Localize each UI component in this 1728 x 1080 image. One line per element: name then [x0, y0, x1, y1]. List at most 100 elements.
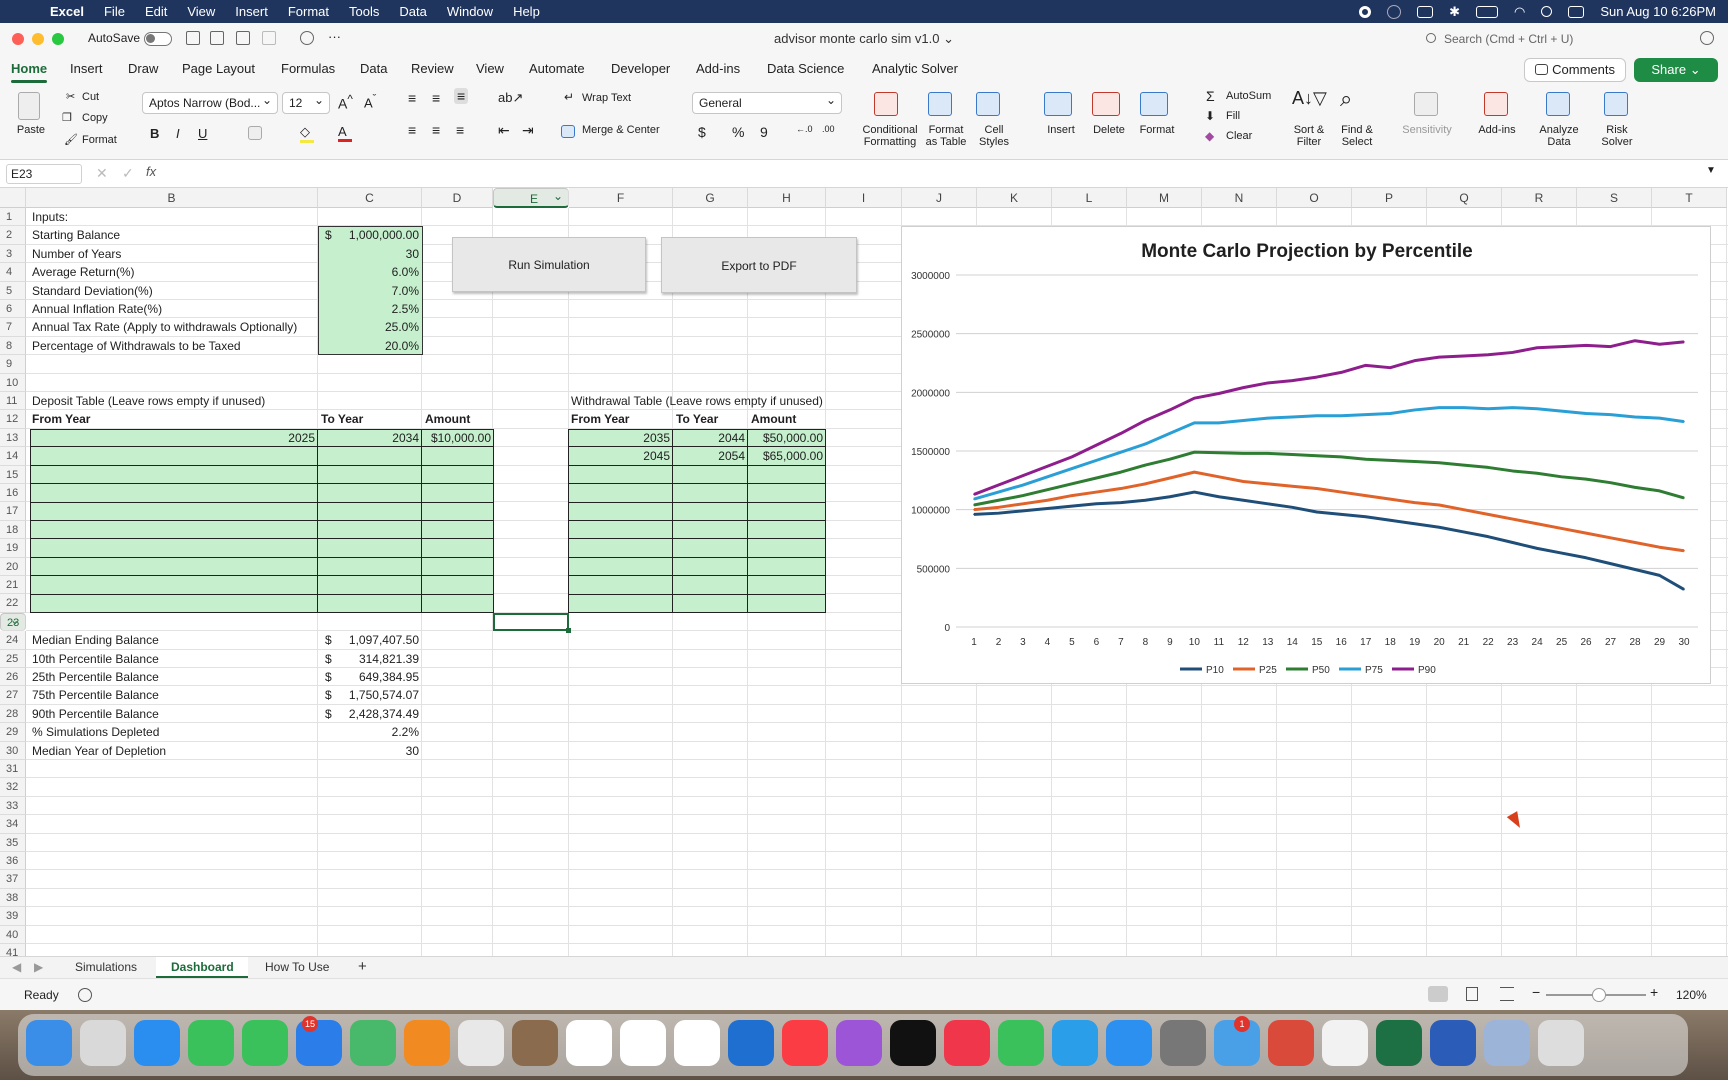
table-cell[interactable] — [422, 521, 494, 540]
increase-font-icon[interactable]: A^ — [338, 93, 353, 112]
dock-app-icon[interactable] — [620, 1020, 666, 1066]
dock-app-icon[interactable] — [1484, 1020, 1530, 1066]
zoom-in-button[interactable]: + — [1650, 984, 1658, 1000]
row-header-29[interactable]: 29 — [0, 723, 26, 742]
row-header-23[interactable]: 23 — [0, 611, 26, 632]
table-cell[interactable] — [568, 465, 673, 485]
fill-button[interactable]: Fill — [1226, 110, 1240, 122]
tab-analytic-solver[interactable]: Analytic Solver — [872, 61, 958, 76]
menu-edit[interactable]: Edit — [145, 4, 167, 19]
table-cell[interactable] — [422, 484, 494, 503]
table-cell[interactable] — [318, 521, 422, 540]
row-header-34[interactable]: 34 — [0, 815, 26, 834]
dock-app-icon[interactable] — [998, 1020, 1044, 1066]
row-header-4[interactable]: 4 — [0, 263, 26, 282]
input-value[interactable]: 25.0% — [318, 318, 422, 336]
wifi-icon[interactable]: ◠ — [1514, 4, 1525, 20]
table-cell[interactable] — [30, 521, 318, 540]
row-header-15[interactable]: 15 — [0, 465, 26, 484]
col-header-T[interactable]: T — [1652, 188, 1727, 208]
merge-center-button[interactable]: Merge & Center — [582, 124, 660, 136]
table-cell[interactable] — [30, 557, 318, 577]
tab-draw[interactable]: Draw — [128, 61, 158, 76]
menu-window[interactable]: Window — [447, 4, 493, 19]
row-header-6[interactable]: 6 — [0, 300, 26, 319]
deposit-amount[interactable]: $10,000.00 — [422, 429, 494, 447]
sort-filter-button[interactable]: Sort & Filter — [1286, 124, 1332, 148]
format-painter-icon[interactable]: 🖌 — [64, 133, 78, 146]
table-cell[interactable] — [30, 447, 318, 466]
col-header-H[interactable]: H — [748, 188, 826, 208]
dock-app-icon[interactable] — [458, 1020, 504, 1066]
col-header-S[interactable]: S — [1577, 188, 1652, 208]
currency-button[interactable]: $ — [698, 124, 706, 140]
row-header-10[interactable]: 10 — [0, 373, 26, 392]
table-cell[interactable] — [422, 465, 494, 485]
analyze-data-icon[interactable] — [1546, 92, 1570, 116]
input-value[interactable]: 7.0% — [318, 282, 422, 300]
row-header-20[interactable]: 20 — [0, 557, 26, 576]
table-cell[interactable] — [422, 576, 494, 595]
row-header-39[interactable]: 39 — [0, 907, 26, 926]
col-header-N[interactable]: N — [1202, 188, 1277, 208]
result-value[interactable]: 1,097,407.50 — [318, 631, 422, 649]
table-cell[interactable] — [748, 539, 826, 558]
table-cell[interactable] — [30, 484, 318, 503]
row-header-14[interactable]: 14 — [0, 447, 26, 466]
clock[interactable]: Sun Aug 10 6:26PM — [1600, 4, 1716, 19]
tab-insert[interactable]: Insert — [70, 61, 103, 76]
dock-app-icon[interactable] — [1268, 1020, 1314, 1066]
wrap-text-icon[interactable]: ↵ — [564, 90, 574, 104]
italic-button[interactable]: I — [176, 126, 180, 141]
paste-button[interactable]: Paste — [16, 124, 46, 136]
scissors-icon[interactable]: ✂ — [66, 90, 75, 103]
col-header-K[interactable]: K — [977, 188, 1052, 208]
row-header-31[interactable]: 31 — [0, 760, 26, 779]
menu-format[interactable]: Format — [288, 4, 329, 19]
align-center-icon[interactable]: ≡ — [432, 122, 440, 138]
row-header-36[interactable]: 36 — [0, 852, 26, 871]
table-cell[interactable] — [748, 484, 826, 503]
input-value[interactable]: 20.0% — [318, 337, 422, 355]
row-header-37[interactable]: 37 — [0, 870, 26, 889]
table-cell[interactable] — [318, 539, 422, 558]
row-header-30[interactable]: 30 — [0, 741, 26, 760]
dock-app-icon[interactable] — [188, 1020, 234, 1066]
menu-help[interactable]: Help — [513, 4, 540, 19]
table-cell[interactable] — [748, 557, 826, 577]
table-cell[interactable] — [30, 594, 318, 613]
cut-button[interactable]: Cut — [82, 91, 99, 103]
menu-insert[interactable]: Insert — [235, 4, 268, 19]
add-ins-icon[interactable] — [1484, 92, 1508, 116]
withdrawal-amount[interactable]: $50,000.00 — [748, 429, 826, 447]
increase-indent-icon[interactable]: ⇥ — [522, 122, 534, 139]
dock-app-icon[interactable] — [674, 1020, 720, 1066]
battery-icon[interactable] — [1476, 5, 1498, 18]
input-value[interactable]: 30 — [318, 245, 422, 263]
row-header-5[interactable]: 5 — [0, 281, 26, 300]
copy-icon[interactable]: ❐ — [62, 111, 72, 124]
orientation-icon[interactable]: ab↗ — [498, 90, 523, 106]
delete-cells-icon[interactable] — [1092, 92, 1120, 116]
dock-app-icon[interactable] — [26, 1020, 72, 1066]
analyze-data-button[interactable]: Analyze Data — [1534, 124, 1584, 148]
tab-developer[interactable]: Developer — [611, 61, 670, 76]
withdrawal-amount[interactable]: $65,000.00 — [748, 447, 826, 465]
result-value[interactable]: 2.2% — [318, 723, 422, 741]
insert-cells-icon[interactable] — [1044, 92, 1072, 116]
sheet-tab-simulations[interactable]: Simulations — [75, 960, 137, 974]
conditional-formatting-button[interactable]: Conditional Formatting — [862, 124, 918, 148]
font-name-select[interactable]: Aptos Narrow (Bod... — [142, 90, 278, 114]
format-cells-button[interactable]: Format — [1132, 124, 1182, 136]
function-icon[interactable]: fx — [146, 164, 156, 179]
tab-automate[interactable]: Automate — [529, 61, 585, 76]
col-header-D[interactable]: D — [422, 188, 493, 208]
row-header-21[interactable]: 21 — [0, 576, 26, 595]
sheet-tab-how-to-use[interactable]: How To Use — [265, 960, 329, 974]
dock-app-icon[interactable] — [566, 1020, 612, 1066]
tab-view[interactable]: View — [476, 61, 504, 76]
table-cell[interactable] — [568, 557, 673, 577]
withdrawal-to-year[interactable]: 2054 — [673, 447, 748, 465]
share-button[interactable]: Share ⌄ — [1634, 58, 1718, 82]
dock-app-icon[interactable] — [1052, 1020, 1098, 1066]
